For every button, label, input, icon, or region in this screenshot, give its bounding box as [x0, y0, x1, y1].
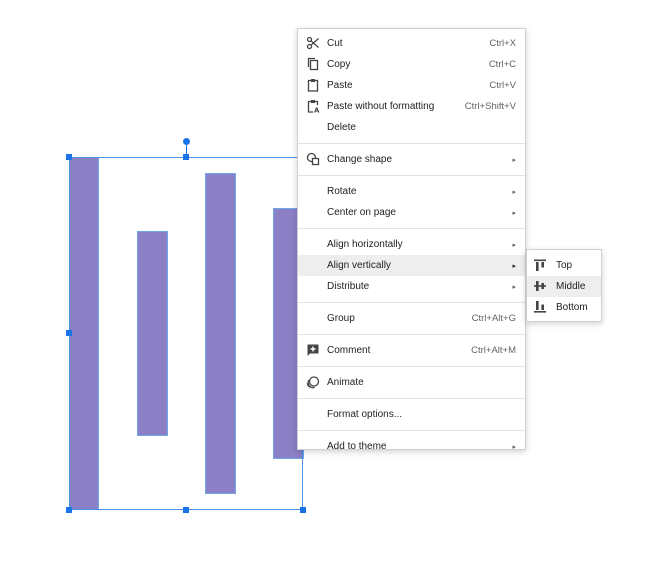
- menu-separator: [298, 302, 525, 303]
- scissors-icon: [306, 36, 320, 50]
- selection-box: [69, 157, 303, 510]
- submenu-arrow-icon: ▸: [512, 443, 516, 451]
- menu-item-label: Cut: [327, 38, 343, 49]
- submenu-arrow-icon: ▸: [512, 209, 516, 217]
- menu-item-label: Add to theme: [327, 441, 387, 452]
- shapes-icon: [306, 152, 320, 166]
- menu-item-add-to-theme[interactable]: Add to theme ▸: [298, 436, 525, 457]
- align-top-icon: [533, 258, 547, 272]
- menu-item-label: Copy: [327, 59, 351, 70]
- resize-handle-top[interactable]: [183, 154, 189, 160]
- menu-item-comment[interactable]: Comment Ctrl+Alt+M: [298, 340, 525, 361]
- submenu-item-label: Middle: [556, 281, 586, 292]
- menu-item-delete[interactable]: Delete: [298, 117, 525, 138]
- menu-item-label: Group: [327, 313, 355, 324]
- menu-item-align-vertically[interactable]: Align vertically ▸: [298, 255, 525, 276]
- menu-item-label: Change shape: [327, 154, 393, 165]
- menu-item-label: Distribute: [327, 281, 370, 292]
- menu-item-shortcut: Ctrl+Alt+M: [471, 345, 516, 356]
- svg-text:A: A: [314, 107, 320, 114]
- menu-item-group[interactable]: Group Ctrl+Alt+G: [298, 308, 525, 329]
- menu-item-shortcut: Ctrl+C: [488, 59, 516, 70]
- menu-item-animate[interactable]: Animate: [298, 372, 525, 393]
- clipboard-text-icon: A: [306, 99, 320, 113]
- submenu-item-top[interactable]: Top: [527, 255, 601, 276]
- copy-icon: [306, 57, 320, 71]
- resize-handle-bottom-left[interactable]: [66, 507, 72, 513]
- submenu-arrow-icon: ▸: [512, 262, 516, 270]
- menu-separator: [298, 398, 525, 399]
- menu-item-label: Align horizontally: [327, 239, 403, 250]
- menu-item-label: Rotate: [327, 186, 357, 197]
- submenu-arrow-icon: ▸: [512, 283, 516, 291]
- context-menu: Cut Ctrl+X Copy Ctrl+C Paste Ctrl+V A Pa…: [297, 28, 526, 452]
- menu-item-label: Paste without formatting: [327, 101, 435, 112]
- align-vertically-submenu: Top Middle Bottom: [526, 249, 602, 322]
- submenu-item-middle[interactable]: Middle: [527, 276, 601, 297]
- menu-separator: [298, 334, 525, 335]
- menu-item-align-horizontally[interactable]: Align horizontally ▸: [298, 234, 525, 255]
- add-comment-icon: [306, 343, 320, 357]
- resize-handle-left[interactable]: [66, 330, 72, 336]
- submenu-arrow-icon: ▸: [512, 188, 516, 196]
- resize-handle-top-left[interactable]: [66, 154, 72, 160]
- menu-item-rotate[interactable]: Rotate ▸: [298, 181, 525, 202]
- menu-separator: [298, 175, 525, 176]
- align-middle-icon: [533, 279, 547, 293]
- menu-item-label: Animate: [327, 377, 364, 388]
- menu-separator: [298, 430, 525, 431]
- menu-item-shortcut: Ctrl+V: [489, 80, 516, 91]
- menu-item-label: Format options...: [327, 409, 403, 420]
- menu-item-label: Comment: [327, 345, 371, 356]
- menu-item-shortcut: Ctrl+X: [489, 38, 516, 49]
- menu-separator: [298, 366, 525, 367]
- menu-item-shortcut: Ctrl+Shift+V: [464, 101, 516, 112]
- rotation-handle[interactable]: [183, 138, 190, 145]
- clipboard-icon: [306, 78, 320, 92]
- animate-icon: [306, 375, 320, 389]
- menu-item-distribute[interactable]: Distribute ▸: [298, 276, 525, 297]
- menu-item-label: Paste: [327, 80, 353, 91]
- resize-handle-bottom-right[interactable]: [300, 507, 306, 513]
- menu-item-label: Align vertically: [327, 260, 391, 271]
- submenu-item-label: Top: [556, 260, 573, 271]
- menu-separator: [298, 143, 525, 144]
- menu-item-center-on-page[interactable]: Center on page ▸: [298, 202, 525, 223]
- submenu-item-label: Bottom: [556, 302, 588, 313]
- menu-item-cut[interactable]: Cut Ctrl+X: [298, 33, 525, 54]
- menu-item-copy[interactable]: Copy Ctrl+C: [298, 54, 525, 75]
- menu-separator: [298, 228, 525, 229]
- submenu-item-bottom[interactable]: Bottom: [527, 297, 601, 318]
- submenu-arrow-icon: ▸: [512, 156, 516, 164]
- menu-item-paste[interactable]: Paste Ctrl+V: [298, 75, 525, 96]
- align-bottom-icon: [533, 300, 547, 314]
- menu-item-change-shape[interactable]: Change shape ▸: [298, 149, 525, 170]
- menu-item-format-options[interactable]: Format options...: [298, 404, 525, 425]
- submenu-arrow-icon: ▸: [512, 241, 516, 249]
- menu-item-label: Delete: [327, 122, 356, 133]
- menu-item-shortcut: Ctrl+Alt+G: [471, 313, 516, 324]
- menu-item-label: Center on page: [327, 207, 396, 218]
- menu-item-paste-without-formatting[interactable]: A Paste without formatting Ctrl+Shift+V: [298, 96, 525, 117]
- resize-handle-bottom[interactable]: [183, 507, 189, 513]
